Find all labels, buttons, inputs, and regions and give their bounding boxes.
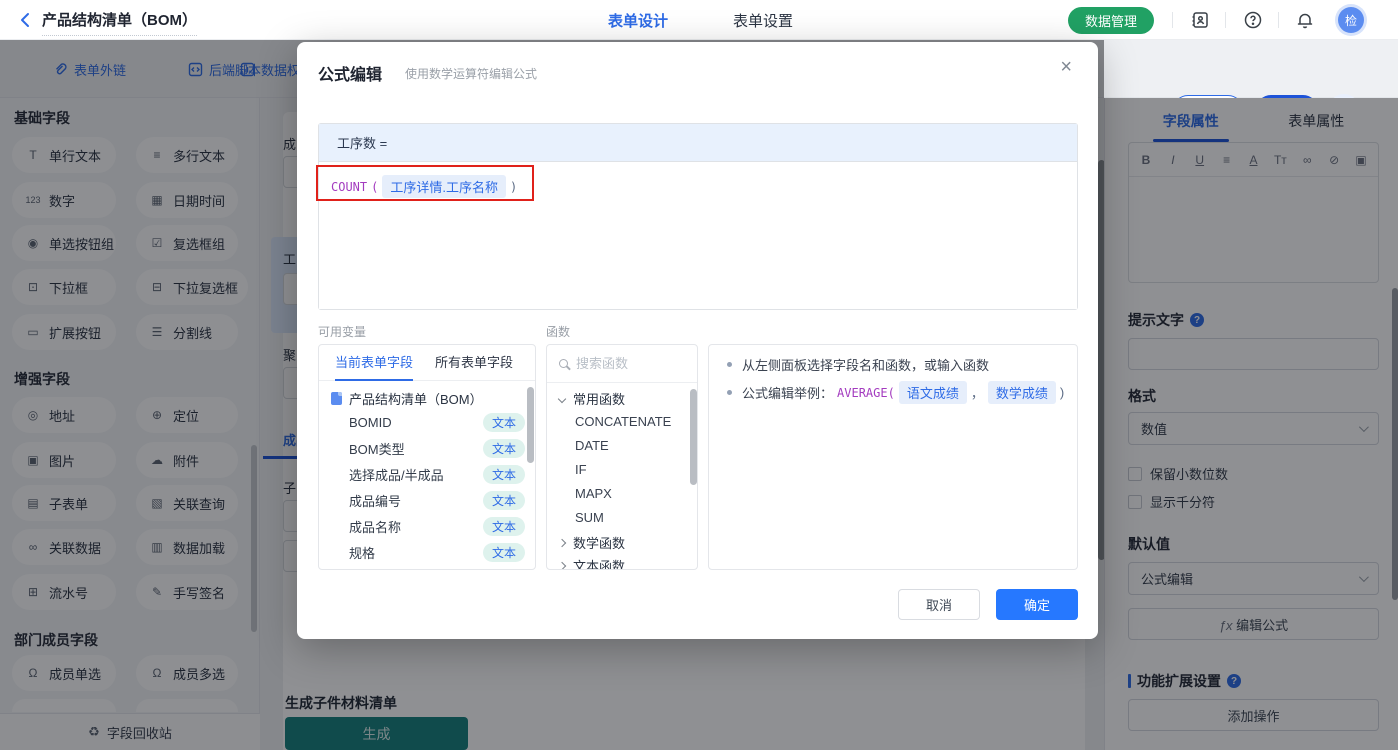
variable-row[interactable]: 成品名称 文本 — [349, 515, 525, 537]
tip-line: 从左侧面板选择字段名和函数，或输入函数 — [727, 355, 989, 374]
functions-label: 函数 — [546, 323, 570, 340]
variables-scrollbar[interactable] — [527, 387, 534, 463]
data-manage-button[interactable]: 数据管理 — [1068, 7, 1154, 34]
user-avatar[interactable]: 检 — [1338, 7, 1364, 33]
variables-label: 可用变量 — [318, 323, 366, 340]
divider — [1278, 12, 1279, 28]
formula-editor: 工序数 = COUNT( 工序详情.工序名称 ) — [318, 123, 1078, 310]
function-group-math[interactable]: 数学函数 — [559, 533, 625, 552]
variables-tree-root[interactable]: 产品结构清单（BOM） — [331, 389, 483, 408]
bullet-icon — [727, 390, 732, 395]
formula-target: 工序数 = — [319, 124, 1077, 162]
tab-all-form-fields[interactable]: 所有表单字段 — [435, 345, 513, 381]
field-type-badge: 文本 — [483, 465, 525, 484]
functions-panel: 常用函数 CONCATENATE DATE IF MAPX SUM 数学函数 文… — [546, 344, 698, 570]
formula-input-area[interactable]: COUNT( 工序详情.工序名称 ) — [319, 162, 1077, 309]
variable-row[interactable]: BOM类型 文本 — [349, 437, 525, 459]
page-title[interactable]: 产品结构清单（BOM） — [42, 9, 197, 36]
bullet-icon — [727, 362, 732, 367]
variable-row[interactable]: 选择成品/半成品 文本 — [349, 463, 525, 485]
function-search[interactable] — [547, 345, 697, 383]
formula-edit-modal: 公式编辑 使用数学运算符编辑公式 × 工序数 = COUNT( 工序详情.工序名… — [297, 42, 1098, 639]
variable-row[interactable]: 规格 文本 — [349, 541, 525, 563]
help-icon[interactable] — [1243, 10, 1263, 30]
cancel-button[interactable]: 取消 — [898, 589, 980, 620]
caret-right-icon — [558, 561, 566, 569]
variable-row[interactable]: BOMID 文本 — [349, 411, 525, 433]
function-item[interactable]: DATE — [575, 438, 609, 453]
app-window: 产品结构清单（BOM） 表单设计 表单设置 数据管理 检 表单外链 后端脚本 数… — [0, 0, 1398, 750]
function-item[interactable]: SUM — [575, 510, 604, 525]
divider — [1172, 12, 1173, 28]
example-function-name: AVERAGE( — [837, 386, 895, 400]
variable-row-partial — [349, 567, 525, 570]
form-doc-icon — [331, 392, 342, 405]
function-item[interactable]: CONCATENATE — [575, 414, 671, 429]
tip-example-line: 公式编辑举例： AVERAGE( 语文成绩 ， 数学成绩 ) — [727, 381, 1064, 404]
tab-form-settings[interactable]: 表单设置 — [733, 10, 793, 31]
field-type-badge: 文本 — [483, 439, 525, 458]
divider — [1225, 12, 1226, 28]
caret-right-icon — [558, 538, 566, 546]
tab-form-design[interactable]: 表单设计 — [608, 10, 668, 31]
variables-panel: 当前表单字段 所有表单字段 产品结构清单（BOM） BOMID 文本 BOM类型… — [318, 344, 536, 570]
search-icon — [559, 359, 568, 368]
function-group-text[interactable]: 文本函数 — [559, 556, 625, 570]
red-highlight-box — [316, 165, 534, 201]
modal-subtitle: 使用数学运算符编辑公式 — [405, 65, 537, 82]
caret-down-icon — [558, 394, 566, 402]
variables-tabs: 当前表单字段 所有表单字段 — [319, 345, 535, 381]
functions-scrollbar[interactable] — [690, 389, 697, 485]
contact-book-icon[interactable] — [1190, 10, 1210, 30]
field-type-badge: 文本 — [483, 517, 525, 536]
tips-panel: 从左侧面板选择字段名和函数，或输入函数 公式编辑举例： AVERAGE( 语文成… — [708, 344, 1078, 570]
function-item[interactable]: IF — [575, 462, 587, 477]
notification-bell-icon[interactable] — [1295, 10, 1315, 30]
confirm-button[interactable]: 确定 — [996, 589, 1078, 620]
modal-overlay — [1104, 98, 1398, 750]
close-icon[interactable]: × — [1060, 57, 1072, 77]
example-token: 数学成绩 — [988, 381, 1056, 404]
top-header: 产品结构清单（BOM） 表单设计 表单设置 数据管理 检 — [0, 0, 1398, 40]
back-icon[interactable] — [18, 12, 34, 28]
variable-row[interactable]: 成品编号 文本 — [349, 489, 525, 511]
field-type-badge: 文本 — [483, 413, 525, 432]
tab-current-form-fields[interactable]: 当前表单字段 — [335, 345, 413, 381]
function-group-common[interactable]: 常用函数 — [559, 389, 625, 408]
example-token: 语文成绩 — [899, 381, 967, 404]
function-search-input[interactable] — [576, 356, 676, 371]
field-type-badge: 文本 — [483, 491, 525, 510]
modal-title: 公式编辑 — [318, 61, 382, 85]
function-item[interactable]: MAPX — [575, 486, 612, 501]
field-type-badge: 文本 — [483, 543, 525, 562]
